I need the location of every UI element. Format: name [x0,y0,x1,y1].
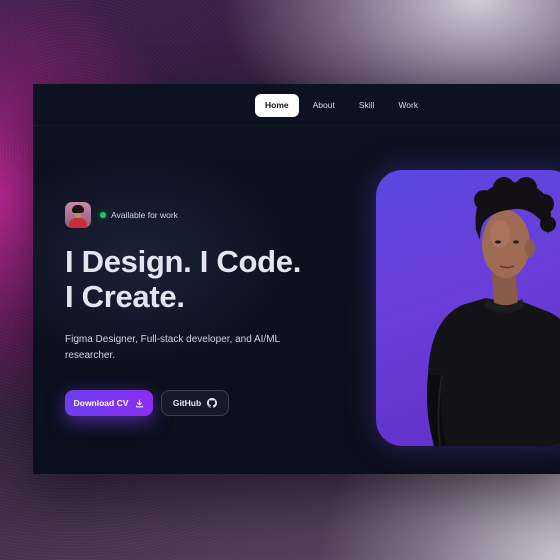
download-cv-label: Download CV [73,398,129,408]
headline-line-2: I Create. [65,279,185,314]
nav-item-work[interactable]: Work [388,94,428,117]
hero-headline: I Design. I Code. I Create. [65,244,345,314]
github-button[interactable]: GitHub [161,390,229,416]
avatar [65,202,91,228]
download-icon [135,399,144,408]
status-dot [100,212,106,218]
portfolio-window: Home About Skill Work Available for work… [33,84,560,474]
profile-photo-card [376,170,560,446]
nav-item-home[interactable]: Home [255,94,299,117]
top-navbar: Home About Skill Work [33,84,560,126]
download-cv-button[interactable]: Download CV [65,390,153,416]
github-label: GitHub [172,398,202,408]
github-icon [207,398,218,408]
nav-menu: Home About Skill Work [255,94,428,117]
status-text: Available for work [111,210,178,220]
headline-line-1: I Design. I Code. [65,244,302,279]
availability-status: Available for work [65,202,178,228]
hero-subtitle: Figma Designer, Full-stack developer, an… [65,334,280,361]
profile-photo [426,177,560,446]
nav-item-skill[interactable]: Skill [349,94,385,117]
nav-item-about[interactable]: About [303,94,345,117]
